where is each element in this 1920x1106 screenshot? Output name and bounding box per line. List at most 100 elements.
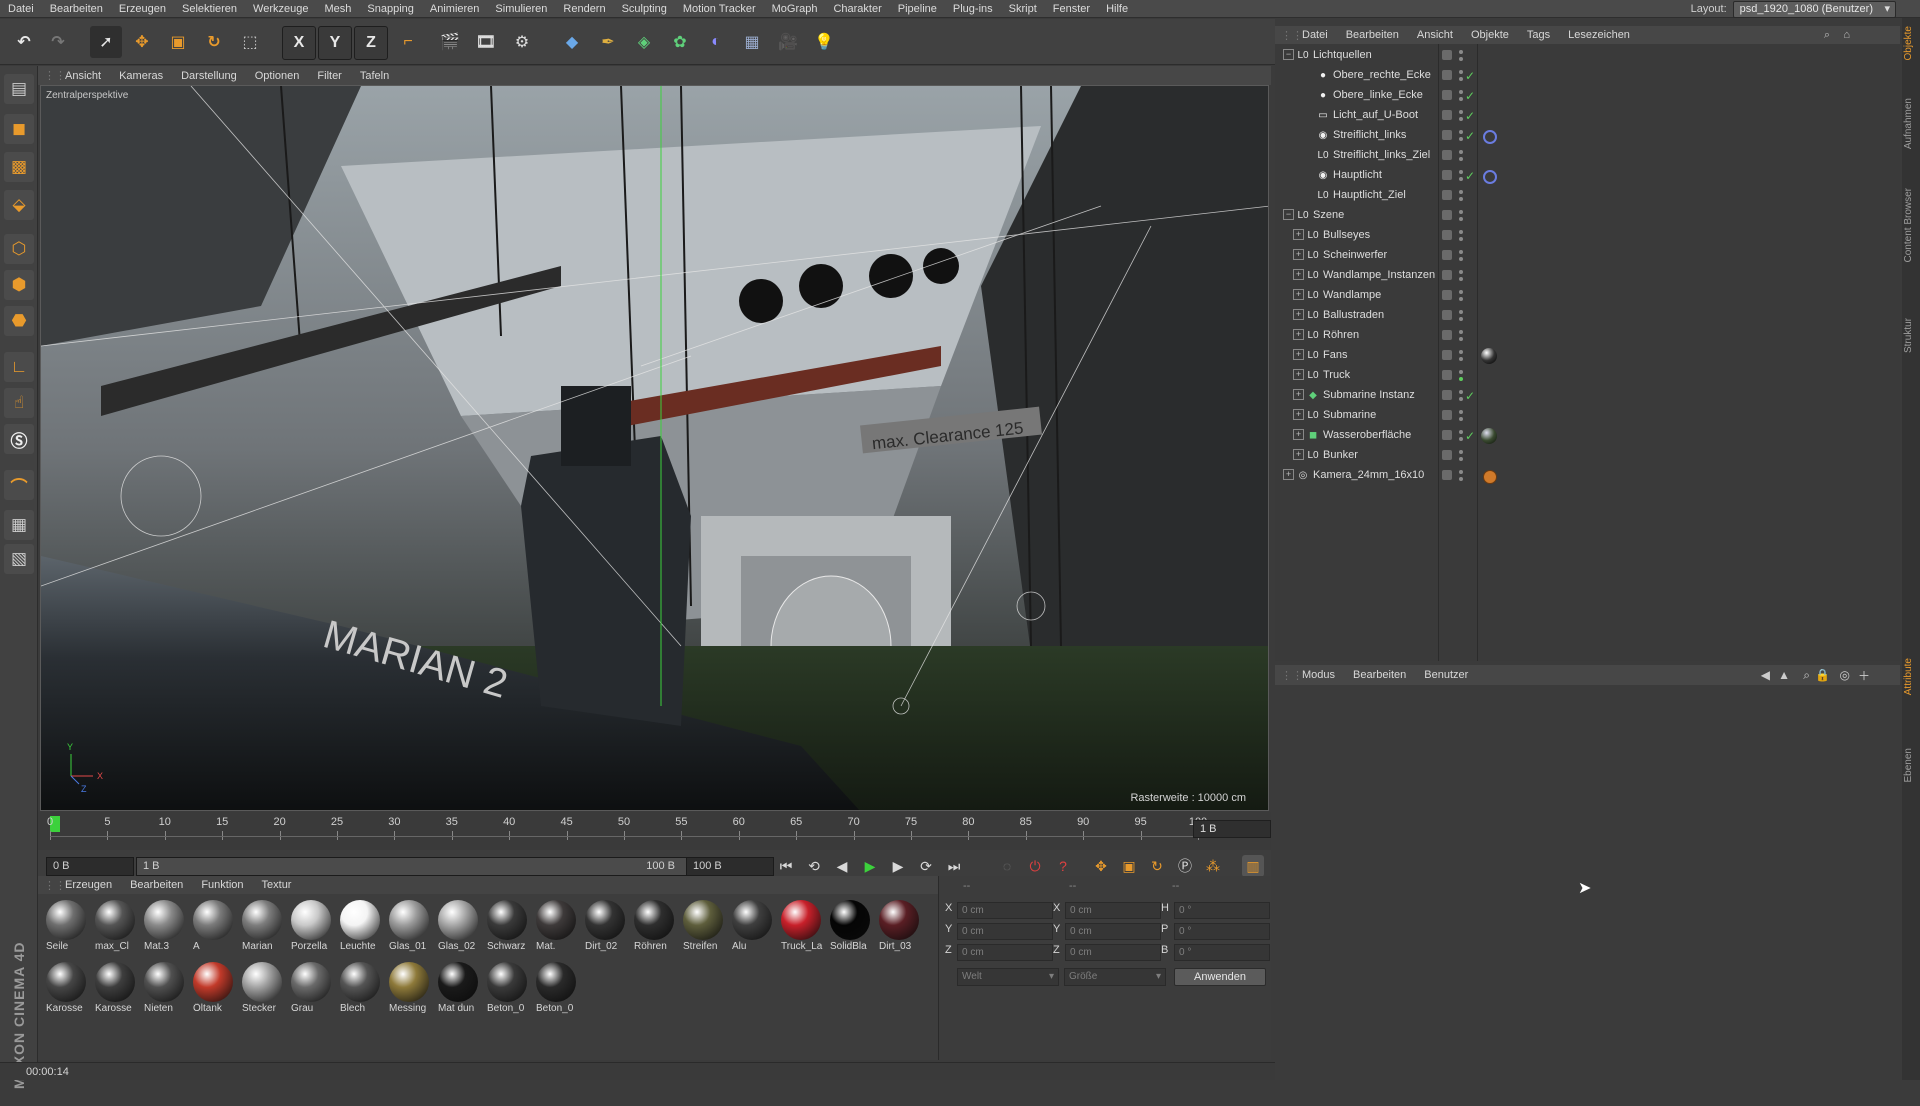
render-visibility-dot[interactable] bbox=[1459, 77, 1463, 81]
material-tag-icon[interactable] bbox=[1481, 348, 1497, 364]
material-menu-erzeugen[interactable]: Erzeugen bbox=[56, 879, 121, 891]
render-visibility-dot[interactable] bbox=[1459, 177, 1463, 181]
object-row[interactable]: L0 Hauptlicht_Ziel bbox=[1275, 186, 1900, 206]
material-grip-icon[interactable]: ⋮⋮ bbox=[44, 879, 66, 892]
material-menu-textur[interactable]: Textur bbox=[253, 879, 301, 891]
material-swatch[interactable]: Öltank bbox=[189, 960, 235, 1018]
key-pla-icon[interactable]: ⁂ bbox=[1202, 855, 1224, 877]
material-swatch[interactable]: Porzella bbox=[287, 898, 333, 956]
target-tag-icon[interactable] bbox=[1483, 170, 1497, 184]
am-menu-bearbeiten[interactable]: Bearbeiten bbox=[1344, 669, 1415, 681]
keyframe-selection-icon[interactable]: ? bbox=[1052, 855, 1074, 877]
render-visibility-dot[interactable] bbox=[1459, 237, 1463, 241]
om-menu-ansicht[interactable]: Ansicht bbox=[1408, 29, 1462, 41]
collapse-icon[interactable]: − bbox=[1283, 209, 1294, 220]
editor-visibility-dot[interactable] bbox=[1459, 330, 1463, 334]
points-mode-icon[interactable]: ⬡ bbox=[4, 234, 34, 264]
key-position-icon[interactable]: ✥ bbox=[1090, 855, 1112, 877]
coord-pos-field[interactable]: 0 cm bbox=[957, 902, 1053, 919]
axis-y-button[interactable]: Y bbox=[318, 26, 352, 60]
editor-visibility-dot[interactable] bbox=[1459, 50, 1463, 54]
menu-mesh[interactable]: Mesh bbox=[316, 0, 359, 18]
make-editable-icon[interactable]: ▤ bbox=[4, 74, 34, 104]
material-swatch[interactable]: Truck_La bbox=[777, 898, 823, 956]
expand-icon[interactable]: + bbox=[1293, 329, 1304, 340]
key-parameter-icon[interactable]: Ⓟ bbox=[1174, 855, 1196, 877]
om-search-icon[interactable]: ⌕ bbox=[1824, 29, 1830, 42]
redo-icon[interactable]: ↷ bbox=[42, 26, 74, 58]
render-visibility-dot[interactable] bbox=[1459, 137, 1463, 141]
am-back-icon[interactable]: ◀ bbox=[1761, 668, 1770, 682]
viewport-menu-filter[interactable]: Filter bbox=[308, 70, 350, 82]
am-search-icon[interactable]: ⌕ bbox=[1803, 668, 1810, 683]
object-row[interactable]: + L0 Ballustraden bbox=[1275, 306, 1900, 326]
object-row[interactable]: ◉ Hauptlicht ✓ bbox=[1275, 166, 1900, 186]
enabled-check-icon[interactable]: ✓ bbox=[1465, 429, 1475, 443]
material-swatch[interactable]: Karosse bbox=[91, 960, 137, 1018]
render-visibility-dot[interactable] bbox=[1459, 337, 1463, 341]
select-icon[interactable]: ➚ bbox=[90, 26, 122, 58]
play-icon[interactable]: ▶ bbox=[859, 855, 881, 877]
model-mode-icon[interactable]: ◼ bbox=[4, 114, 34, 144]
layer-swatch[interactable] bbox=[1442, 470, 1452, 480]
render-visibility-dot[interactable] bbox=[1459, 257, 1463, 261]
object-row[interactable]: ● Obere_rechte_Ecke ✓ bbox=[1275, 66, 1900, 86]
menu-hilfe[interactable]: Hilfe bbox=[1098, 0, 1136, 18]
cloner-icon[interactable]: ✿ bbox=[664, 26, 696, 58]
menu-rendern[interactable]: Rendern bbox=[555, 0, 613, 18]
render-visibility-dot[interactable] bbox=[1459, 217, 1463, 221]
editor-visibility-dot[interactable] bbox=[1459, 410, 1463, 414]
editor-visibility-dot[interactable] bbox=[1459, 390, 1463, 394]
render-picture-queue-icon[interactable]: 🎞 bbox=[470, 26, 502, 58]
grid-icon[interactable]: ▦ bbox=[4, 510, 34, 540]
render-view-icon[interactable]: 🎬 bbox=[434, 26, 466, 58]
side-tab-ebenen[interactable]: Ebenen bbox=[1903, 748, 1919, 782]
side-tab-struktur[interactable]: Struktur bbox=[1903, 318, 1919, 353]
layer-swatch[interactable] bbox=[1442, 290, 1452, 300]
object-row[interactable]: + L0 Wandlampe_Instanzen bbox=[1275, 266, 1900, 286]
render-visibility-dot[interactable] bbox=[1459, 457, 1463, 461]
material-swatch[interactable]: Beton_0 bbox=[483, 960, 529, 1018]
editor-visibility-dot[interactable] bbox=[1459, 230, 1463, 234]
menu-pipeline[interactable]: Pipeline bbox=[890, 0, 945, 18]
object-row[interactable]: + L0 Bunker bbox=[1275, 446, 1900, 466]
editor-visibility-dot[interactable] bbox=[1459, 210, 1463, 214]
axis-mode-icon[interactable]: ∟ bbox=[4, 352, 34, 382]
timeline-layout-icon[interactable]: ▥ bbox=[1242, 855, 1264, 877]
menu-fenster[interactable]: Fenster bbox=[1045, 0, 1098, 18]
menu-motion-tracker[interactable]: Motion Tracker bbox=[675, 0, 764, 18]
layer-swatch[interactable] bbox=[1442, 370, 1452, 380]
axis-z-button[interactable]: Z bbox=[354, 26, 388, 60]
render-visibility-dot[interactable] bbox=[1459, 157, 1463, 161]
camera-icon[interactable]: 🎥 bbox=[772, 26, 804, 58]
render-visibility-dot[interactable] bbox=[1459, 297, 1463, 301]
object-row[interactable]: + L0 Truck bbox=[1275, 366, 1900, 386]
menu-plug-ins[interactable]: Plug-ins bbox=[945, 0, 1001, 18]
om-menu-lesezeichen[interactable]: Lesezeichen bbox=[1559, 29, 1639, 41]
viewport-menu-tafeln[interactable]: Tafeln bbox=[351, 70, 398, 82]
goto-start-icon[interactable]: ⏮ bbox=[775, 855, 797, 877]
menu-animieren[interactable]: Animieren bbox=[422, 0, 488, 18]
material-swatch[interactable]: Dirt_03 bbox=[875, 898, 921, 956]
layer-swatch[interactable] bbox=[1442, 130, 1452, 140]
object-row[interactable]: − L0 Lichtquellen bbox=[1275, 46, 1900, 66]
expand-icon[interactable]: + bbox=[1293, 349, 1304, 360]
key-scale-icon[interactable]: ▣ bbox=[1118, 855, 1140, 877]
object-row[interactable]: + L0 Röhren bbox=[1275, 326, 1900, 346]
material-swatch[interactable]: Beton_0 bbox=[532, 960, 578, 1018]
enabled-check-icon[interactable]: ✓ bbox=[1465, 89, 1475, 103]
layer-swatch[interactable] bbox=[1442, 90, 1452, 100]
snap-icon[interactable]: Ⓢ bbox=[4, 424, 34, 454]
om-menu-objekte[interactable]: Objekte bbox=[1462, 29, 1518, 41]
layer-swatch[interactable] bbox=[1442, 250, 1452, 260]
render-visibility-dot[interactable] bbox=[1459, 317, 1463, 321]
enabled-check-icon[interactable]: ✓ bbox=[1465, 169, 1475, 183]
am-grip-icon[interactable]: ⋮⋮ bbox=[1281, 669, 1303, 682]
menu-mograph[interactable]: MoGraph bbox=[764, 0, 826, 18]
menu-snapping[interactable]: Snapping bbox=[359, 0, 422, 18]
editor-visibility-dot[interactable] bbox=[1459, 270, 1463, 274]
material-swatch[interactable]: Dirt_02 bbox=[581, 898, 627, 956]
current-frame-field[interactable]: 1 B bbox=[1193, 820, 1271, 838]
material-swatch[interactable]: Streifen bbox=[679, 898, 725, 956]
editor-visibility-dot[interactable] bbox=[1459, 450, 1463, 454]
